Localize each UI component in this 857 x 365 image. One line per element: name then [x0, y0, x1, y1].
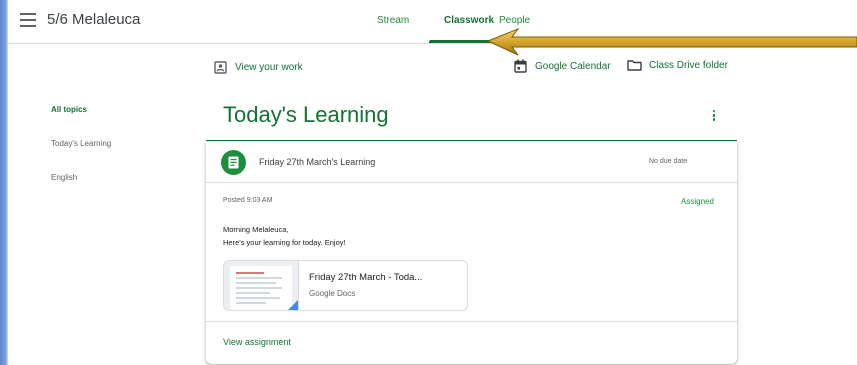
description-line: Morning Melaleuca, — [223, 225, 289, 234]
section-title: Today's Learning — [223, 102, 389, 127]
folder-icon — [627, 60, 642, 71]
class-drive-folder-label: Class Drive folder — [649, 59, 728, 71]
view-assignment-link[interactable]: View assignment — [223, 337, 291, 347]
tab-people[interactable]: People — [499, 15, 530, 26]
calendar-icon — [514, 59, 527, 73]
topic-all-topics[interactable]: All topics — [51, 105, 87, 114]
posted-time: Posted 9:03 AM — [223, 197, 273, 204]
annotation-arrow — [486, 27, 857, 56]
attachment-title: Friday 27th March - Toda... — [309, 272, 423, 283]
class-drive-folder-link[interactable]: Class Drive folder — [627, 59, 728, 71]
class-title[interactable]: 5/6 Melaleuca — [47, 11, 140, 28]
assignment-card: Friday 27th March's Learning No due date… — [206, 142, 737, 364]
view-your-work-link[interactable]: View your work — [214, 61, 303, 74]
attachment-google-doc[interactable]: Friday 27th March - Toda... Google Docs — [223, 260, 468, 311]
attachment-type: Google Docs — [309, 289, 356, 298]
id-badge-icon — [214, 61, 227, 74]
doc-thumbnail — [224, 261, 299, 310]
description-line: Here's your learning for today. Enjoy! — [223, 238, 346, 247]
view-your-work-label: View your work — [235, 62, 303, 73]
google-calendar-link[interactable]: Google Calendar — [514, 59, 611, 73]
topic-todays-learning[interactable]: Today's Learning — [51, 139, 111, 148]
assignment-title: Friday 27th March's Learning — [259, 157, 376, 167]
tab-stream[interactable]: Stream — [377, 15, 409, 26]
classroom-page: 5/6 Melaleuca Stream Classwork People Vi… — [8, 0, 857, 364]
hamburger-menu-icon[interactable] — [20, 13, 36, 27]
assignment-icon — [221, 150, 246, 175]
more-vert-icon[interactable] — [711, 110, 717, 122]
section-divider — [206, 140, 737, 141]
assignment-status: Assigned — [681, 197, 714, 206]
assignment-description: Morning Melaleuca, Here's your learning … — [223, 223, 346, 249]
google-calendar-label: Google Calendar — [535, 60, 611, 72]
assignment-header[interactable]: Friday 27th March's Learning No due date — [206, 142, 737, 183]
google-docs-corner-icon — [288, 300, 298, 310]
topic-english[interactable]: English — [51, 173, 77, 182]
due-date: No due date — [649, 158, 688, 165]
tab-classwork[interactable]: Classwork — [444, 15, 494, 26]
